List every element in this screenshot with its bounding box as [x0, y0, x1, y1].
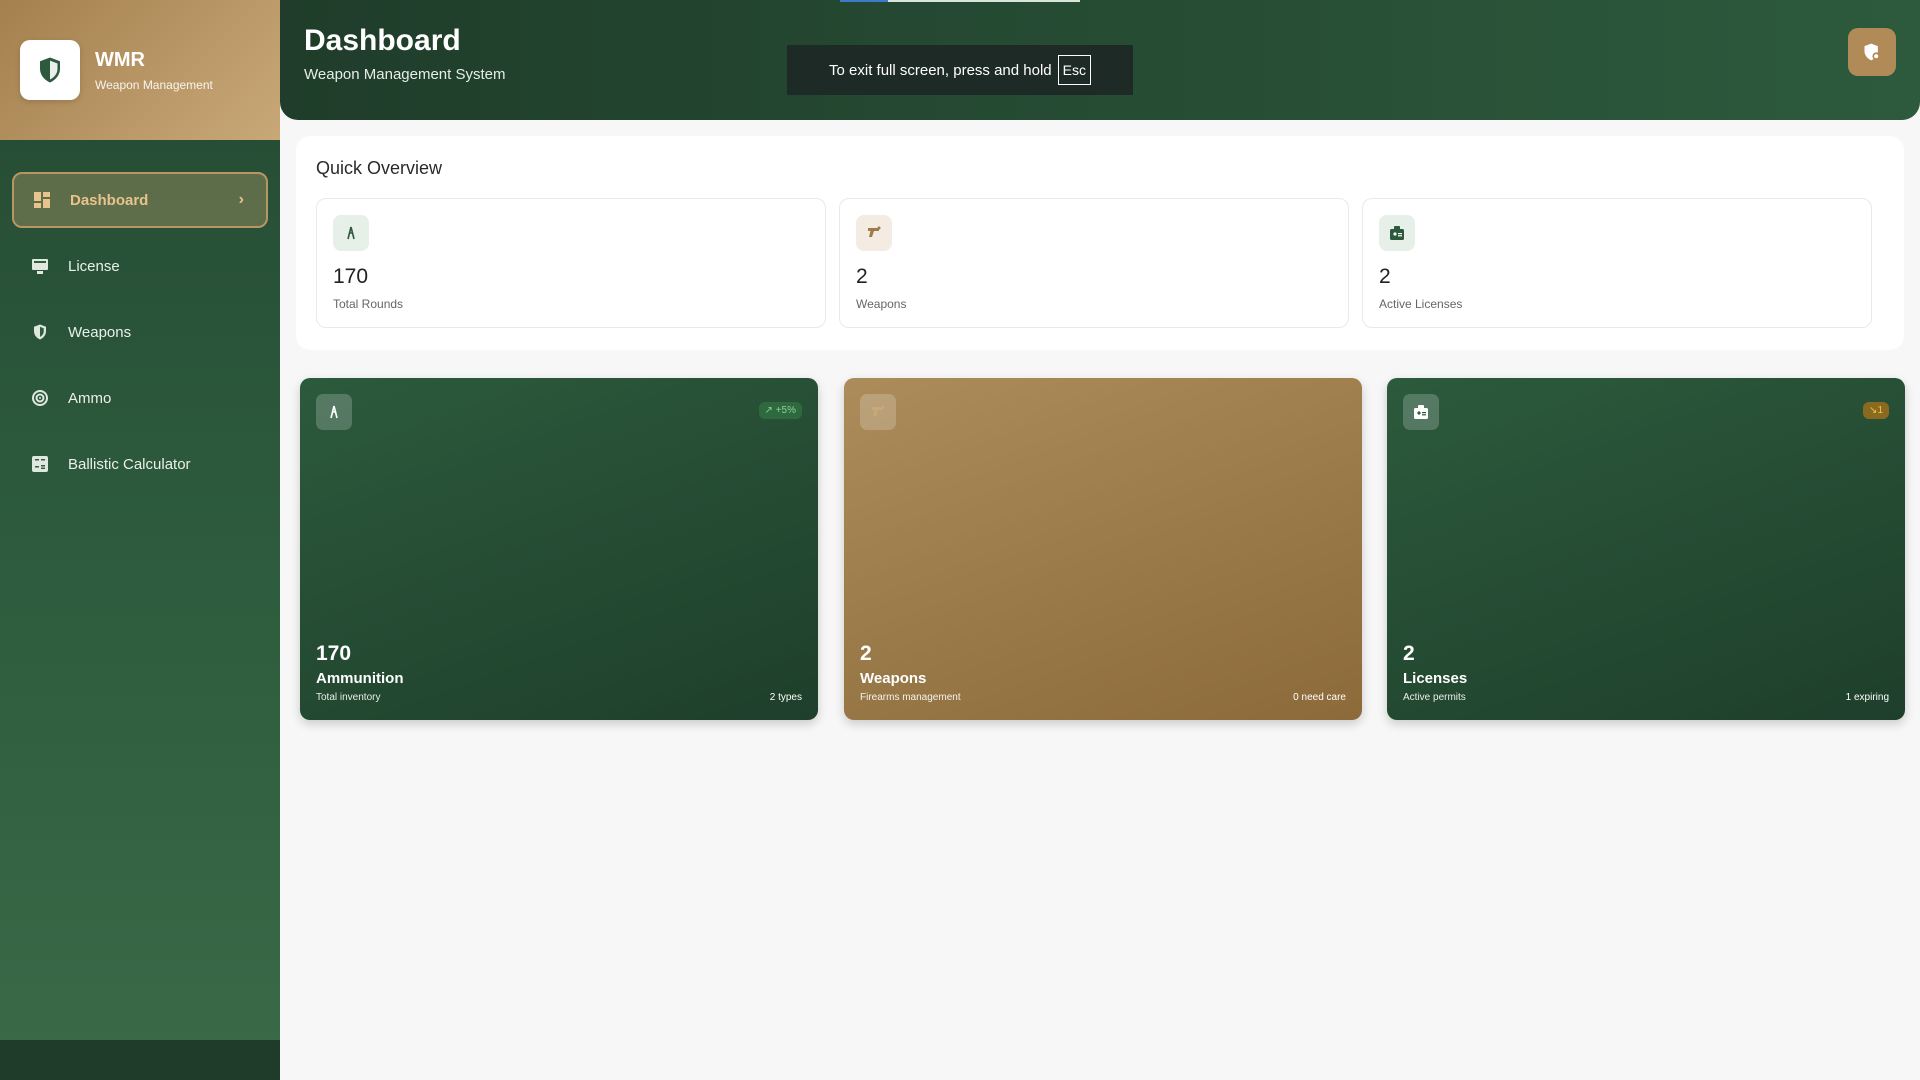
overview-title: Quick Overview [316, 158, 443, 178]
sidebar-item-label: Ballistic Calculator [68, 455, 191, 473]
sidebar-item-ammo[interactable]: Ammo [12, 370, 268, 426]
sidebar-item-label: Weapons [68, 323, 132, 341]
chevron-right-icon: › [238, 191, 244, 208]
stat-subtitle: Active permits [1403, 692, 1466, 703]
badge-icon [1379, 215, 1415, 251]
overview-value: 2 [1379, 265, 1391, 288]
stat-detail: 0 need care [1293, 692, 1346, 703]
sidebar-footer [0, 1040, 280, 1080]
overview-value: 2 [856, 265, 868, 288]
overview-card-rounds[interactable]: 170 Total Rounds [316, 198, 826, 328]
gun-icon [860, 394, 896, 430]
sidebar-item-dashboard[interactable]: Dashboard › [12, 172, 268, 228]
stat-value: 170 [316, 642, 352, 665]
overview-label: Active Licenses [1379, 297, 1463, 311]
stat-title: Ammunition [316, 670, 404, 687]
badge-value: +5% [775, 405, 796, 416]
sidebar-header: WMR Weapon Management [0, 0, 280, 140]
stat-detail: 2 types [769, 692, 802, 703]
sidebar-item-label: Dashboard [70, 191, 149, 209]
stat-title: Licenses [1403, 670, 1468, 687]
target-icon [30, 388, 50, 408]
calculator-icon [30, 454, 50, 474]
fullscreen-hint: To exit full screen, press and hold [829, 61, 1052, 79]
overview-card-weapons[interactable]: 2 Weapons [839, 198, 1349, 328]
badge-value: 1 [1877, 405, 1883, 416]
sidebar-item-label: Ammo [68, 389, 112, 407]
loading-bar-fill [840, 0, 888, 2]
shield-settings-icon [1864, 43, 1880, 61]
page-title: Dashboard [304, 24, 461, 57]
trend-up-icon: ↗ [764, 405, 773, 416]
logo[interactable] [20, 40, 80, 100]
sidebar-item-ballistic-calculator[interactable]: Ballistic Calculator [12, 436, 268, 492]
stat-title: Weapons [860, 670, 927, 687]
sidebar-item-license[interactable]: License [12, 238, 268, 294]
sidebar: WMR Weapon Management Dashboard › Licens… [0, 0, 280, 1080]
brand-title: WMR [95, 48, 145, 71]
sidebar-nav: Dashboard › License Weapons Ammo Ballist… [0, 140, 280, 492]
shield-logo-icon [40, 57, 60, 83]
loading-bar [840, 0, 1080, 2]
stat-detail: 1 expiring [1845, 692, 1889, 703]
ammo-icon [316, 394, 352, 430]
trend-badge: ↘1 [1863, 402, 1889, 419]
stat-card-weapons[interactable]: 2 Weapons Firearms management 0 need car… [844, 378, 1362, 720]
stat-value: 2 [1403, 642, 1415, 665]
esc-key: Esc [1057, 55, 1091, 85]
page-header: Dashboard Weapon Management System To ex… [280, 0, 1920, 120]
fullscreen-toast: To exit full screen, press and hold Esc [787, 45, 1133, 95]
header-action-button[interactable] [1848, 28, 1896, 76]
quick-overview: Quick Overview 170 Total Rounds 2 Weapon… [296, 136, 1904, 350]
sidebar-item-weapons[interactable]: Weapons [12, 304, 268, 360]
license-icon [30, 256, 50, 276]
shield-icon [30, 322, 50, 342]
stat-subtitle: Firearms management [860, 692, 961, 703]
page-subtitle: Weapon Management System [304, 66, 506, 83]
badge-icon [1403, 394, 1439, 430]
brand-subtitle: Weapon Management [95, 77, 213, 92]
overview-card-licenses[interactable]: 2 Active Licenses [1362, 198, 1872, 328]
stat-value: 2 [860, 642, 872, 665]
stat-card-licenses[interactable]: ↘1 2 Licenses Active permits 1 expiring [1387, 378, 1905, 720]
overview-label: Total Rounds [333, 297, 404, 311]
sidebar-item-label: License [68, 257, 120, 275]
trend-badge: ↗ +5% [758, 402, 802, 419]
gun-icon [856, 215, 892, 251]
stat-card-ammunition[interactable]: ↗ +5% 170 Ammunition Total inventory 2 t… [300, 378, 818, 720]
dashboard-icon [32, 190, 52, 210]
brand: WMR Weapon Management [95, 49, 213, 92]
ammo-icon [333, 215, 369, 251]
overview-value: 170 [333, 265, 369, 288]
stat-subtitle: Total inventory [316, 692, 381, 703]
overview-label: Weapons [856, 297, 907, 311]
